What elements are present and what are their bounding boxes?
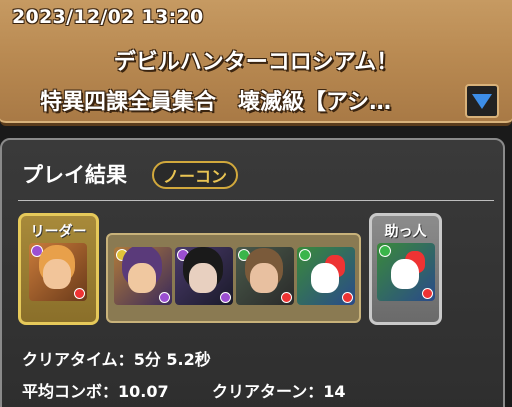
leader-slot: リーダー [18,213,99,325]
clear-turn-value: 14 [323,382,346,401]
clear-datetime: 2023/12/02 13:20 [12,6,204,28]
quest-name: デビルハンターコロシアム！ [113,50,399,75]
dungeon-name: 特異四課全員集合 壊滅級【アシ… [40,90,392,115]
team-monster-2-icon[interactable] [175,247,233,305]
helper-label: 助っ人 [384,224,427,240]
leader-monster-icon[interactable] [29,243,87,301]
play-result-panel: プレイ結果 ノーコン リーダー 助っ人 クリアタイム：5分 5.2秒 平均コンボ… [0,138,505,407]
helper-slot: 助っ人 [369,213,442,325]
leader-label: リーダー [30,224,87,240]
team-members [106,233,361,323]
expand-button[interactable] [465,84,499,118]
clear-time-label: クリアタイム： [22,350,134,369]
triangle-down-icon [472,93,492,109]
quest-header: 2023/12/02 13:20 デビルハンターコロシアム！ 特異四課全員集合 … [0,0,512,126]
clear-time-value: 5分 5.2秒 [133,350,211,369]
no-continue-badge: ノーコン [152,161,238,189]
team-monster-1-icon[interactable] [114,247,172,305]
clear-time-row: クリアタイム：5分 5.2秒 [22,346,211,370]
avg-combo-row: 平均コンボ：10.07 [22,378,169,402]
avg-combo-label: 平均コンボ： [22,382,119,401]
clear-turn-label: クリアターン： [212,382,324,401]
helper-monster-icon[interactable] [377,243,435,301]
divider [18,200,494,201]
avg-combo-value: 10.07 [118,382,169,401]
panel-title: プレイ結果 [22,163,127,187]
team-monster-3-icon[interactable] [236,247,294,305]
clear-turn-row: クリアターン：14 [212,378,345,402]
team-monster-4-icon[interactable] [297,247,355,305]
